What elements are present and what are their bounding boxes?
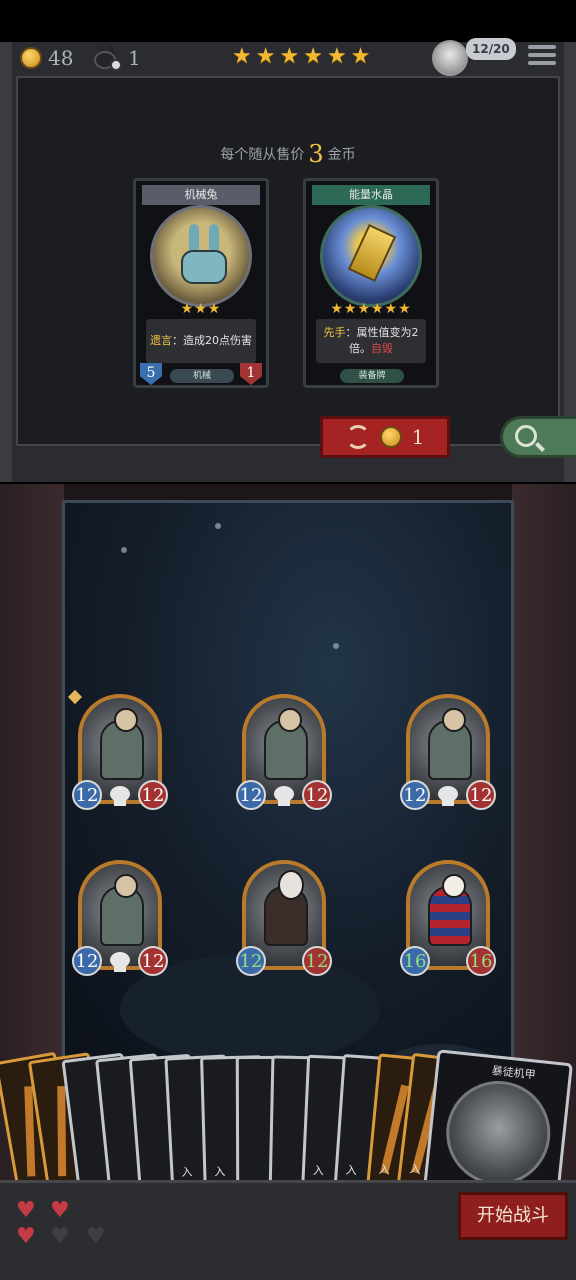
heart-icon: ♥ bbox=[16, 1198, 36, 1223]
coin-icon bbox=[379, 426, 402, 448]
card-keyword: 入 bbox=[312, 1164, 325, 1178]
card-keyword: 入 bbox=[408, 1162, 422, 1177]
heart-icon: ♥ bbox=[50, 1224, 70, 1249]
board-unit[interactable]: 12 12 bbox=[236, 694, 332, 818]
card-tag: 机械 bbox=[170, 369, 234, 383]
card-keyword: 入 bbox=[345, 1163, 358, 1178]
gold-value: 48 bbox=[48, 46, 74, 70]
menu-icon-line bbox=[528, 45, 556, 49]
menu-icon-line bbox=[528, 53, 556, 57]
board-unit[interactable]: 12 12 bbox=[236, 860, 332, 984]
card-keyword: 遗言 bbox=[150, 334, 172, 347]
card-portrait bbox=[150, 205, 252, 307]
star-twinkle bbox=[333, 643, 339, 649]
unit-health: 12 bbox=[466, 780, 496, 810]
shop-card-energy-crystal[interactable]: 能量水晶 ★★★★★★ 先手：属性值变为2倍。自毁 装备牌 bbox=[303, 178, 439, 388]
unit-attack: 12 bbox=[400, 780, 430, 810]
card-self-destruct: 自毁 bbox=[371, 342, 393, 355]
turn-value: 1 bbox=[128, 46, 141, 70]
refresh-cost: 1 bbox=[411, 425, 425, 449]
card-keyword: 入 bbox=[214, 1165, 226, 1179]
card-keyword: 入 bbox=[378, 1162, 391, 1177]
price-line: 每个随从售价 3 金币 bbox=[0, 140, 576, 168]
refresh-button[interactable]: 1 bbox=[320, 416, 450, 458]
heart-icon: ♥ bbox=[16, 1224, 36, 1249]
unit-health: 12 bbox=[302, 946, 332, 976]
card-keyword: 先手 bbox=[323, 326, 346, 339]
card-stars: ★★★ bbox=[180, 301, 222, 317]
board-unit[interactable]: 12 12 bbox=[72, 860, 168, 984]
skull-icon bbox=[438, 786, 458, 808]
unit-health: 12 bbox=[302, 780, 332, 810]
card-art bbox=[57, 1086, 67, 1177]
shop-inner-area bbox=[16, 76, 560, 446]
unit-attack: 12 bbox=[236, 780, 266, 810]
rating-stars: ★ ★ ★ ★ ★ ★ bbox=[232, 44, 370, 70]
avatar[interactable] bbox=[432, 40, 468, 76]
star-icon: ★ bbox=[255, 44, 276, 69]
price-suffix: 金币 bbox=[327, 147, 356, 163]
shop-panel bbox=[0, 42, 576, 482]
turn-counter: 1 bbox=[92, 42, 141, 74]
gold-counter: 48 bbox=[20, 42, 73, 74]
price-prefix: 每个随从售价 bbox=[220, 147, 305, 163]
board-unit[interactable]: 12 12 bbox=[67, 689, 168, 818]
rabbit-art bbox=[181, 224, 227, 288]
health-badge: 1 bbox=[240, 363, 262, 385]
star-twinkle bbox=[121, 547, 127, 553]
system-status-bar bbox=[0, 0, 576, 42]
refresh-icon bbox=[345, 425, 370, 449]
start-battle-button[interactable]: 开始战斗 bbox=[458, 1192, 568, 1240]
skull-icon bbox=[110, 786, 130, 808]
coin-icon bbox=[20, 47, 42, 69]
card-description: 先手：属性值变为2倍。自毁 bbox=[316, 319, 426, 363]
card-name: 暴徒机甲 bbox=[491, 1064, 537, 1082]
board-unit[interactable]: 16 16 bbox=[400, 860, 496, 984]
card-keyword: 入 bbox=[181, 1165, 193, 1179]
unit-attack: 12 bbox=[72, 946, 102, 976]
star-icon: ★ bbox=[232, 44, 252, 69]
unit-attack: 16 bbox=[400, 946, 430, 976]
heart-icon: ♥ bbox=[86, 1224, 106, 1249]
crystal-art bbox=[347, 224, 397, 282]
star-twinkle bbox=[215, 523, 221, 529]
card-stars: ★★★★★★ bbox=[330, 301, 412, 317]
menu-button[interactable] bbox=[528, 42, 556, 68]
card-portrait bbox=[441, 1075, 556, 1191]
cat-clock-icon bbox=[92, 45, 122, 71]
unit-attack: 12 bbox=[236, 946, 266, 976]
unit-attack: 12 bbox=[72, 780, 102, 810]
card-effect: ：造成20点伤害 bbox=[172, 334, 252, 347]
price-value: 3 bbox=[308, 140, 324, 168]
top-bar: 48 1 ★ ★ ★ ★ ★ ★ 12/20 bbox=[14, 38, 562, 76]
heart-icon: ♥ bbox=[50, 1198, 70, 1223]
skull-icon bbox=[274, 786, 294, 808]
card-tag: 装备牌 bbox=[340, 369, 404, 383]
menu-icon-line bbox=[528, 61, 556, 65]
unit-health: 16 bbox=[466, 946, 496, 976]
card-name: 能量水晶 bbox=[312, 185, 430, 205]
skull-icon bbox=[110, 952, 130, 974]
shop-card-mech-rabbit[interactable]: 机械兔 ★★★ 遗言：造成20点伤害 5 机械 1 bbox=[133, 178, 269, 388]
search-icon bbox=[515, 425, 537, 447]
search-icon-handle bbox=[535, 442, 545, 452]
unit-health: 12 bbox=[138, 780, 168, 810]
star-icon: ★ bbox=[279, 44, 300, 69]
search-button[interactable] bbox=[500, 416, 576, 458]
capacity-badge: 12/20 bbox=[466, 38, 516, 60]
card-name: 机械兔 bbox=[142, 185, 260, 205]
unit-health: 12 bbox=[138, 946, 168, 976]
attack-badge: 5 bbox=[140, 363, 162, 385]
star-icon: ★ bbox=[326, 44, 347, 69]
board-unit[interactable]: 12 12 bbox=[400, 694, 496, 818]
card-portrait bbox=[320, 205, 422, 307]
star-icon: ★ bbox=[350, 44, 371, 69]
star-icon: ★ bbox=[303, 44, 323, 69]
card-description: 遗言：造成20点伤害 bbox=[146, 319, 256, 363]
